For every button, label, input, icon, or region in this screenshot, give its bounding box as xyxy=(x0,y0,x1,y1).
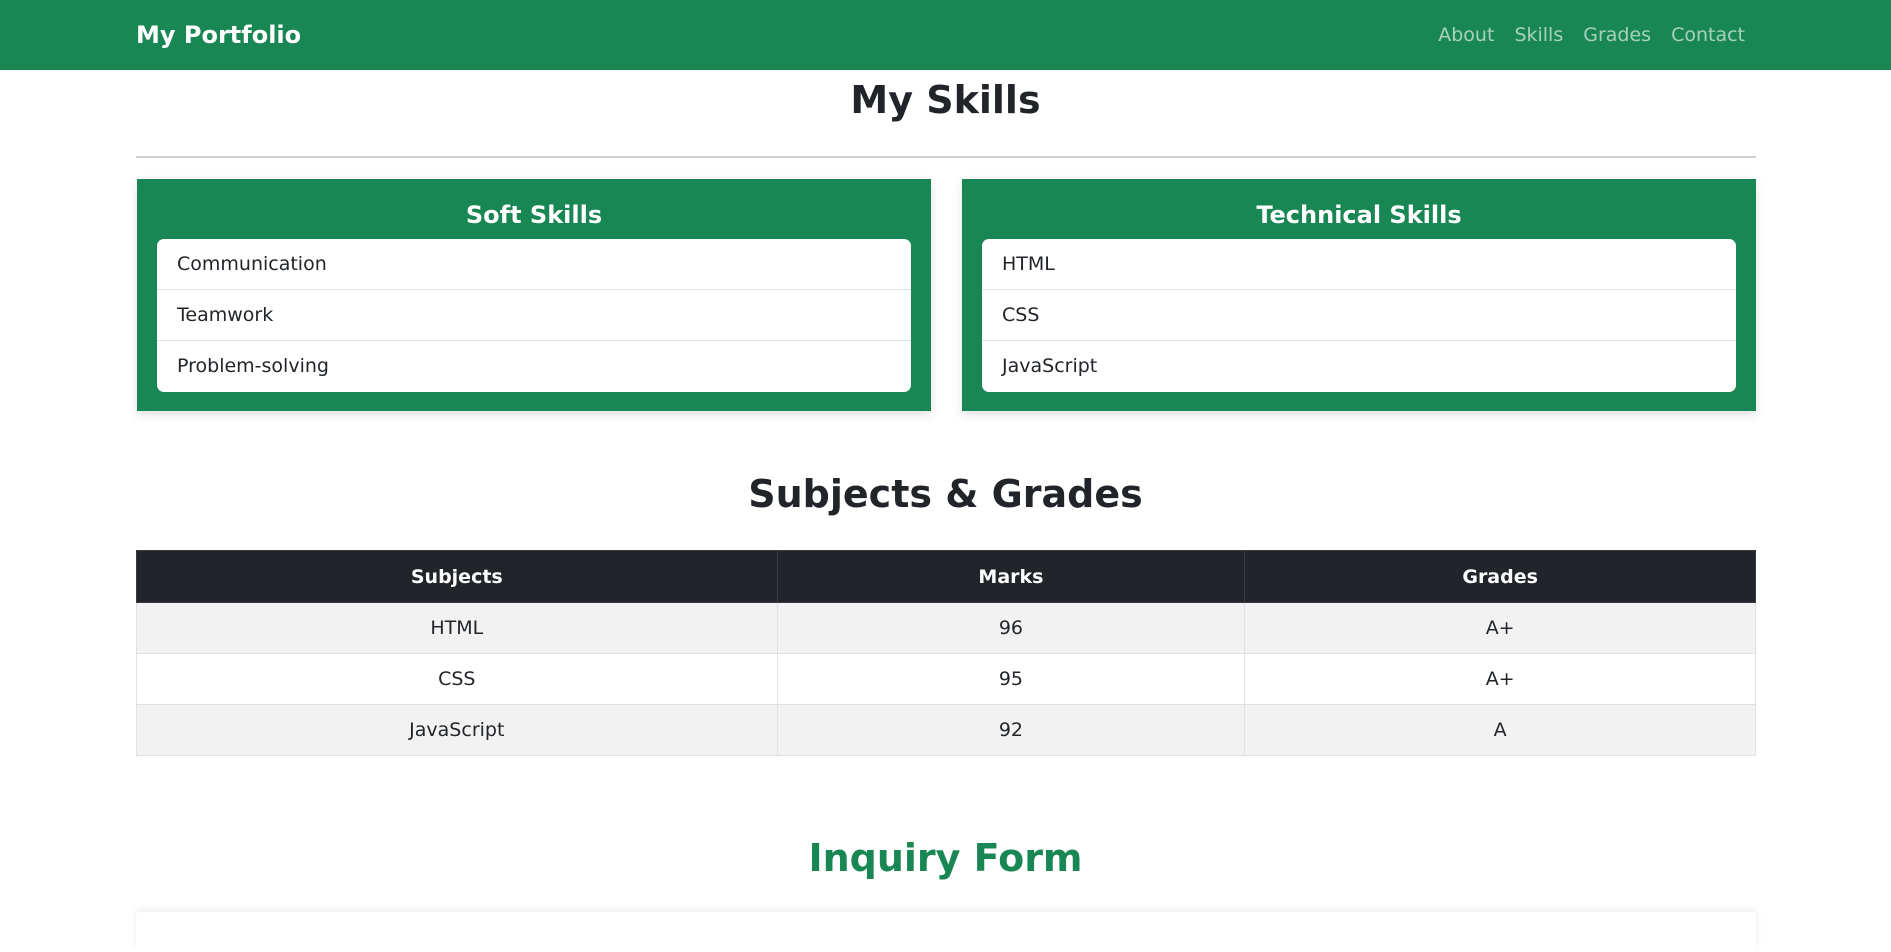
column-header-marks: Marks xyxy=(776,550,1246,603)
skills-section-title: My Skills xyxy=(850,78,1041,122)
brand-link[interactable]: My Portfolio xyxy=(136,0,301,70)
table-cell-grade: A+ xyxy=(1244,653,1756,705)
table-cell-grade: A+ xyxy=(1244,602,1756,654)
nav-link-contact[interactable]: Contact xyxy=(1661,0,1755,70)
nav-link-about[interactable]: About xyxy=(1428,0,1504,70)
table-cell-subject: HTML xyxy=(136,602,778,654)
list-item: Communication xyxy=(157,239,911,290)
soft-skills-card: Soft Skills Communication Teamwork Probl… xyxy=(137,179,931,411)
table-cell-grade: A xyxy=(1244,704,1756,756)
inquiry-form-card xyxy=(136,912,1756,952)
table-cell-marks: 92 xyxy=(776,704,1246,756)
grades-section-title: Subjects & Grades xyxy=(748,472,1143,516)
soft-skills-title: Soft Skills xyxy=(465,201,603,229)
soft-skills-list: Communication Teamwork Problem-solving xyxy=(157,239,911,392)
inquiry-form-title: Inquiry Form xyxy=(808,836,1083,880)
technical-skills-list: HTML CSS JavaScript xyxy=(982,239,1736,392)
technical-skills-title: Technical Skills xyxy=(1256,201,1462,229)
table-cell-subject: CSS xyxy=(136,653,778,705)
table-cell-marks: 96 xyxy=(776,602,1246,654)
column-header-grades: Grades xyxy=(1244,550,1756,603)
top-navbar: My Portfolio About Skills Grades Contact xyxy=(0,0,1891,70)
column-header-subjects: Subjects xyxy=(136,550,778,603)
nav-links: About Skills Grades Contact xyxy=(1428,0,1755,70)
list-item: JavaScript xyxy=(1002,355,1098,377)
list-item: CSS xyxy=(982,290,1736,341)
table-cell-subject: JavaScript xyxy=(136,704,778,756)
list-item: Teamwork xyxy=(157,290,911,341)
table-row: HTML 96 A+ xyxy=(136,602,1756,654)
section-divider xyxy=(136,156,1756,158)
nav-link-grades[interactable]: Grades xyxy=(1573,0,1661,70)
table-header-row: Subjects Marks Grades xyxy=(136,550,1756,603)
table-row: JavaScript 92 A xyxy=(136,704,1756,756)
list-item: Problem-solving xyxy=(177,355,329,377)
table-row: CSS 95 A+ xyxy=(136,653,1756,705)
list-item: HTML xyxy=(982,239,1736,290)
technical-skills-card: Technical Skills HTML CSS JavaScript xyxy=(962,179,1756,411)
nav-link-skills[interactable]: Skills xyxy=(1504,0,1573,70)
table-cell-marks: 95 xyxy=(776,653,1246,705)
grades-table: Subjects Marks Grades HTML 96 A+ CSS 95 … xyxy=(136,550,1756,756)
